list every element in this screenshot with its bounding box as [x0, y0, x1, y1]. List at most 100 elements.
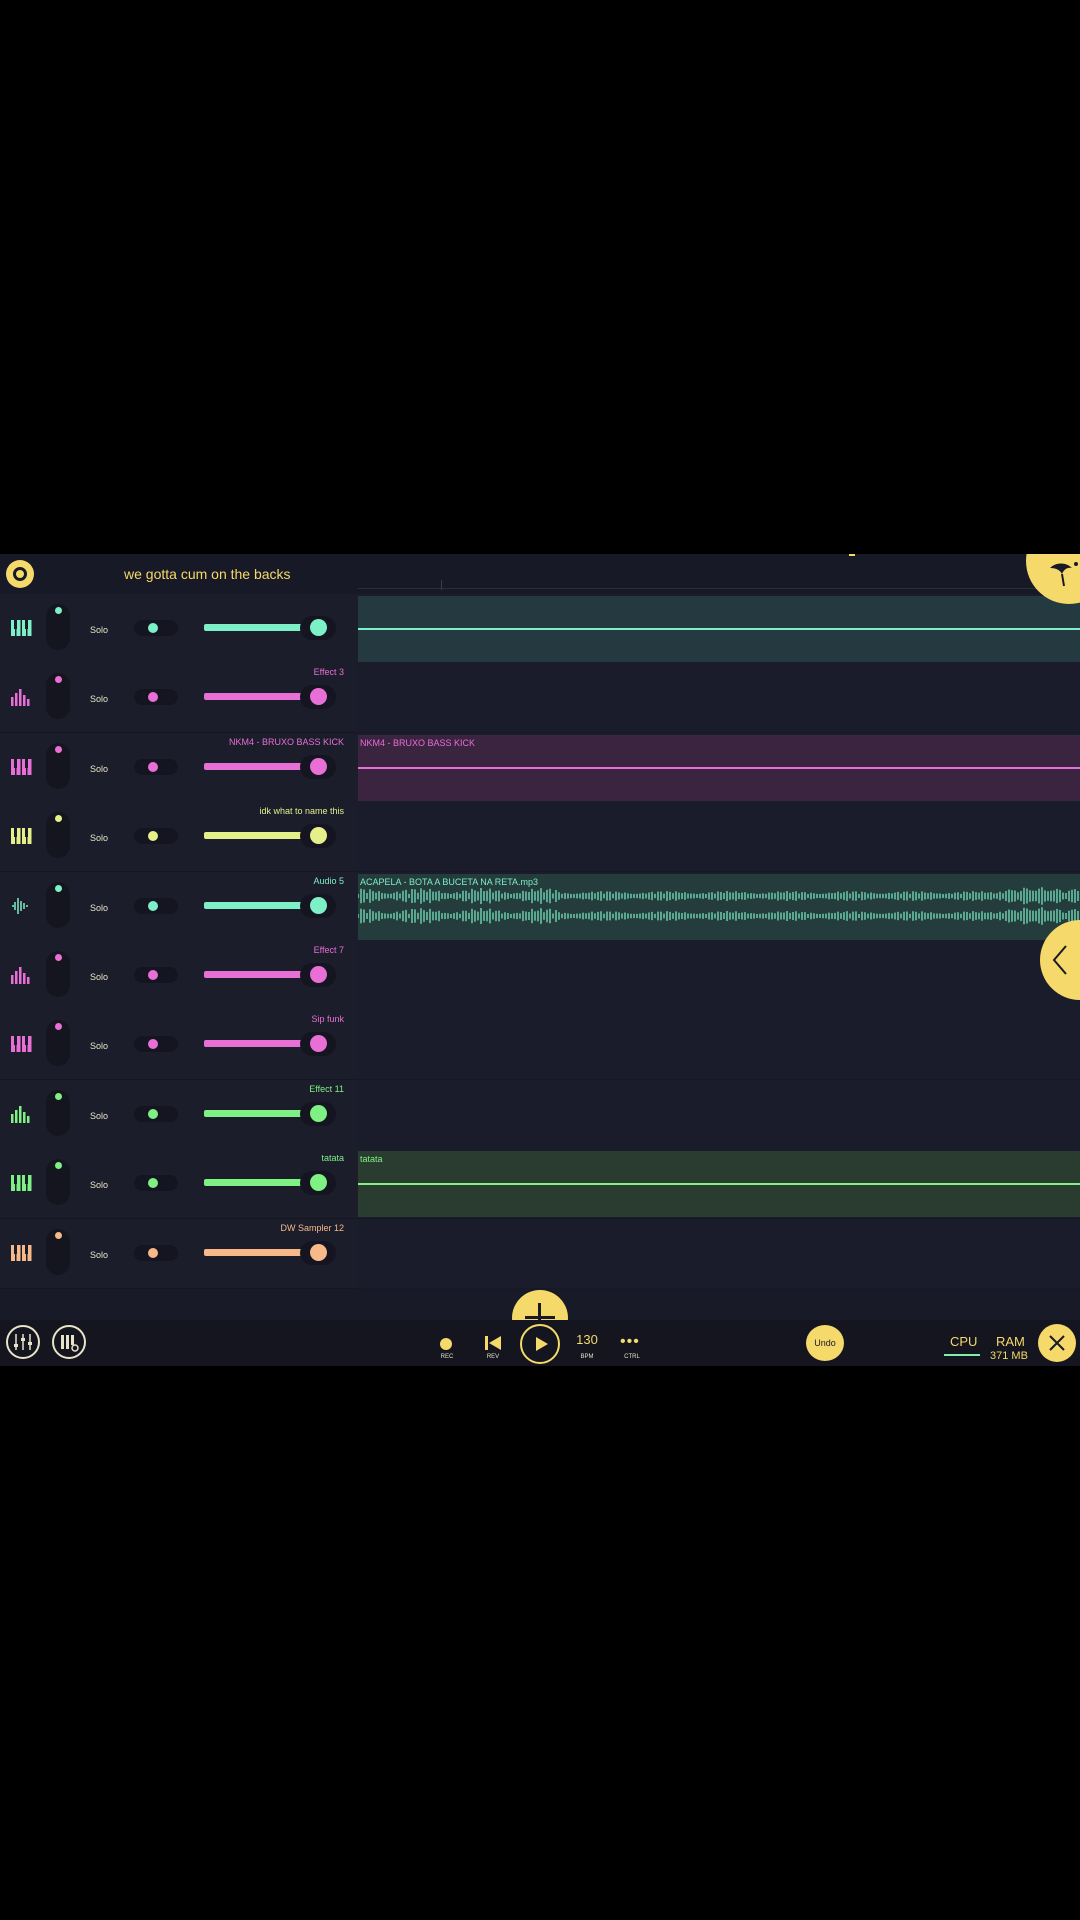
- send-knob[interactable]: [46, 673, 70, 720]
- track-lane[interactable]: [358, 594, 1080, 664]
- track-name[interactable]: Sip funk: [311, 1014, 344, 1024]
- record-button[interactable]: [440, 1338, 452, 1350]
- track-row[interactable]: Solo: [0, 594, 1080, 664]
- pan-slider[interactable]: [134, 758, 178, 775]
- bpm-value[interactable]: 130: [572, 1332, 602, 1347]
- solo-button[interactable]: Solo: [90, 833, 108, 843]
- effect-bars-icon[interactable]: [10, 687, 32, 707]
- volume-handle[interactable]: [310, 1243, 327, 1261]
- effect-bars-icon[interactable]: [10, 1104, 32, 1124]
- track-name[interactable]: idk what to name this: [259, 806, 344, 816]
- solo-button[interactable]: Solo: [90, 1041, 108, 1051]
- track-lane[interactable]: [358, 663, 1080, 734]
- pan-slider[interactable]: [134, 1036, 178, 1053]
- playhead-marker[interactable]: [849, 554, 855, 556]
- clip[interactable]: tatata: [358, 1151, 1080, 1218]
- rewind-icon[interactable]: [484, 1336, 502, 1350]
- pan-slider[interactable]: [134, 1244, 178, 1261]
- track-row[interactable]: Effect 7 Solo: [0, 941, 1080, 1011]
- send-knob[interactable]: [46, 812, 70, 859]
- track-name[interactable]: Effect 7: [314, 945, 344, 955]
- track-row[interactable]: idk what to name this Solo: [0, 802, 1080, 873]
- track-row[interactable]: DW Sampler 12 Solo: [0, 1218, 1080, 1289]
- solo-button[interactable]: Solo: [90, 1111, 108, 1121]
- volume-track[interactable]: [204, 1179, 306, 1187]
- pan-slider[interactable]: [134, 897, 178, 914]
- send-knob[interactable]: [46, 1020, 70, 1067]
- track-lane[interactable]: [358, 802, 1080, 873]
- track-name[interactable]: NKM4 - BRUXO BASS KICK: [229, 737, 344, 747]
- pan-slider[interactable]: [134, 689, 178, 706]
- solo-button[interactable]: Solo: [90, 625, 108, 635]
- volume-handle[interactable]: [310, 619, 327, 636]
- pan-slider[interactable]: [134, 967, 178, 983]
- send-knob[interactable]: [46, 604, 70, 650]
- track-row[interactable]: Effect 11 Solo: [0, 1079, 1080, 1150]
- track-row[interactable]: Audio 5 Solo ACAPELA - BOTA A BUCETA NA RE…: [0, 871, 1080, 942]
- volume-track[interactable]: [204, 693, 306, 701]
- volume-track[interactable]: [204, 971, 306, 978]
- volume-track[interactable]: [204, 1109, 306, 1117]
- pan-slider[interactable]: [134, 620, 178, 636]
- track-lane[interactable]: [358, 1079, 1080, 1150]
- solo-button[interactable]: Solo: [90, 1180, 108, 1190]
- volume-track[interactable]: [204, 1248, 306, 1256]
- mixer-icon[interactable]: [6, 1325, 40, 1359]
- piano-keys-icon[interactable]: [10, 757, 32, 777]
- send-knob[interactable]: [46, 1228, 70, 1275]
- volume-track[interactable]: [204, 762, 306, 770]
- send-knob[interactable]: [46, 951, 70, 997]
- solo-button[interactable]: Solo: [90, 764, 108, 774]
- send-knob[interactable]: [46, 742, 70, 789]
- track-row[interactable]: NKM4 - BRUXO BASS KICK Solo NKM4 - BRUXO B…: [0, 732, 1080, 803]
- volume-handle[interactable]: [310, 966, 327, 983]
- track-name[interactable]: DW Sampler 12: [280, 1223, 344, 1233]
- volume-track[interactable]: [204, 624, 306, 631]
- volume-track[interactable]: [204, 1040, 306, 1048]
- track-lane[interactable]: [358, 1010, 1080, 1081]
- send-knob[interactable]: [46, 1159, 70, 1206]
- solo-button[interactable]: Solo: [90, 972, 108, 982]
- timeline-ruler[interactable]: [358, 588, 1080, 589]
- project-title[interactable]: we gotta cum on the backs: [124, 566, 291, 582]
- track-lane[interactable]: NKM4 - BRUXO BASS KICK: [358, 732, 1080, 803]
- piano-keys-icon[interactable]: [10, 618, 32, 638]
- send-knob[interactable]: [46, 1089, 70, 1136]
- more-dots-icon[interactable]: •••: [620, 1334, 640, 1350]
- track-name[interactable]: Effect 11: [309, 1084, 344, 1094]
- volume-handle[interactable]: [310, 1104, 327, 1122]
- piano-keys-icon[interactable]: [10, 1173, 32, 1193]
- volume-handle[interactable]: [310, 896, 327, 914]
- track-row[interactable]: Effect 3 Solo: [0, 663, 1080, 734]
- pan-slider[interactable]: [134, 828, 178, 845]
- piano-keys-icon[interactable]: [10, 826, 32, 846]
- track-name[interactable]: tatata: [321, 1153, 344, 1163]
- track-lane[interactable]: [358, 1218, 1080, 1289]
- clip[interactable]: [358, 596, 1080, 662]
- play-button[interactable]: [520, 1324, 560, 1364]
- pan-slider[interactable]: [134, 1175, 178, 1192]
- track-name[interactable]: Effect 3: [314, 667, 344, 677]
- solo-button[interactable]: Solo: [90, 1250, 108, 1260]
- solo-button[interactable]: Solo: [90, 694, 108, 704]
- volume-handle[interactable]: [310, 757, 327, 775]
- piano-settings-icon[interactable]: [52, 1325, 86, 1359]
- effect-bars-icon[interactable]: [10, 965, 32, 985]
- solo-button[interactable]: Solo: [90, 903, 108, 913]
- piano-keys-icon[interactable]: [10, 1243, 32, 1263]
- volume-track[interactable]: [204, 901, 306, 909]
- track-lane[interactable]: [358, 941, 1080, 1011]
- pan-slider[interactable]: [134, 1105, 178, 1122]
- track-lane[interactable]: tatata: [358, 1149, 1080, 1220]
- piano-keys-icon[interactable]: [10, 1034, 32, 1054]
- audio-wave-icon[interactable]: [10, 896, 32, 916]
- volume-track[interactable]: [204, 832, 306, 840]
- close-button[interactable]: [1038, 1324, 1076, 1362]
- clip[interactable]: NKM4 - BRUXO BASS KICK: [358, 734, 1080, 801]
- track-lane[interactable]: ACAPELA - BOTA A BUCETA NA RETA.mp3: [358, 871, 1080, 942]
- track-row[interactable]: tatata Solo tatata: [0, 1149, 1080, 1220]
- magnet-snap-icon[interactable]: [6, 560, 34, 588]
- send-knob[interactable]: [46, 881, 70, 928]
- clip[interactable]: ACAPELA - BOTA A BUCETA NA RETA.mp3: [358, 873, 1080, 940]
- track-name[interactable]: Audio 5: [313, 876, 344, 886]
